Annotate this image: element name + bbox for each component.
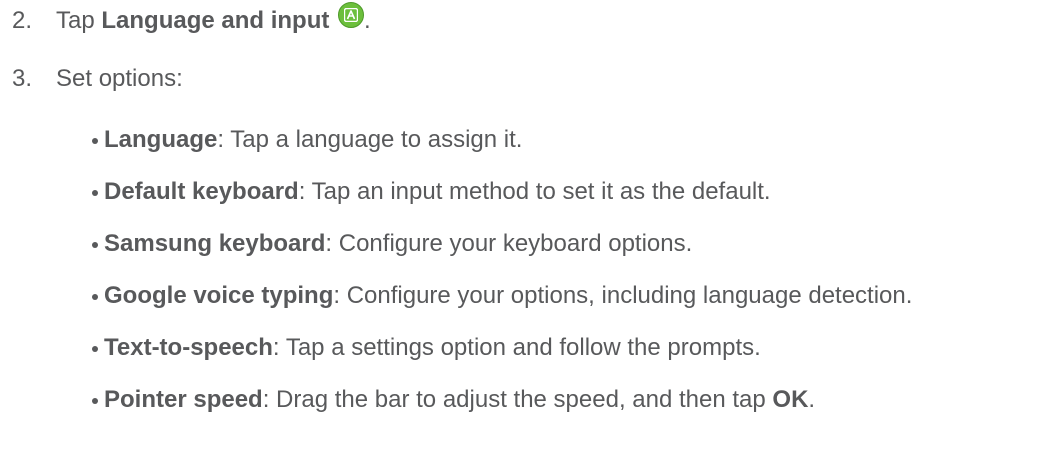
- document-page: { "steps": [ { "number": "2.", "prefix":…: [0, 0, 1062, 469]
- ok-term: OK: [772, 386, 809, 413]
- bullet-dot: [92, 190, 98, 196]
- bullet-dot: [92, 138, 98, 144]
- list-item: Pointer speed: Drag the bar to adjust th…: [92, 374, 912, 426]
- bullet-dot: [92, 346, 98, 352]
- list-item: Samsung keyboard: Configure your keyboar…: [92, 218, 912, 270]
- bullet-dot: [92, 242, 98, 248]
- step-text-prefix: Tap: [56, 7, 102, 34]
- option-description: : Drag the bar to adjust the speed, and …: [262, 386, 773, 413]
- option-term: Text-to-speech: [104, 334, 273, 361]
- option-term: Google voice typing: [104, 282, 334, 309]
- step-number: 3.: [12, 65, 33, 92]
- step-2: 2. Tap Language and input .: [12, 0, 371, 42]
- list-item: Language: Tap a language to assign it.: [92, 114, 912, 166]
- language-and-input-app-icon: [338, 2, 365, 28]
- option-description: : Configure your keyboard options.: [325, 230, 693, 257]
- step-3: 3. Set options:: [12, 58, 183, 100]
- bullet-dot: [92, 398, 98, 404]
- letter-a-glyph-icon: [344, 8, 359, 22]
- list-item: Text-to-speech: Tap a settings option an…: [92, 322, 912, 374]
- options-list: Language: Tap a language to assign it. D…: [92, 114, 913, 426]
- option-description: : Tap a language to assign it.: [217, 126, 523, 153]
- option-term: Pointer speed: [104, 386, 263, 413]
- list-item: Default keyboard: Tap an input method to…: [92, 166, 912, 218]
- option-description: : Configure your options, including lang…: [333, 282, 913, 309]
- list-item: Google voice typing: Configure your opti…: [92, 270, 913, 322]
- option-term: Language: [104, 126, 218, 153]
- bullet-dot: [92, 294, 98, 300]
- option-term: Default keyboard: [104, 178, 299, 205]
- option-term: Samsung keyboard: [104, 230, 326, 257]
- option-description: : Tap an input method to set it as the d…: [298, 178, 771, 205]
- option-description: : Tap a settings option and follow the p…: [272, 334, 761, 361]
- step-text: Set options:: [56, 65, 183, 92]
- option-end: .: [808, 386, 816, 413]
- step-bold-term: Language and input: [101, 7, 330, 34]
- step-text-suffix: .: [364, 7, 371, 34]
- step-number: 2.: [12, 7, 33, 34]
